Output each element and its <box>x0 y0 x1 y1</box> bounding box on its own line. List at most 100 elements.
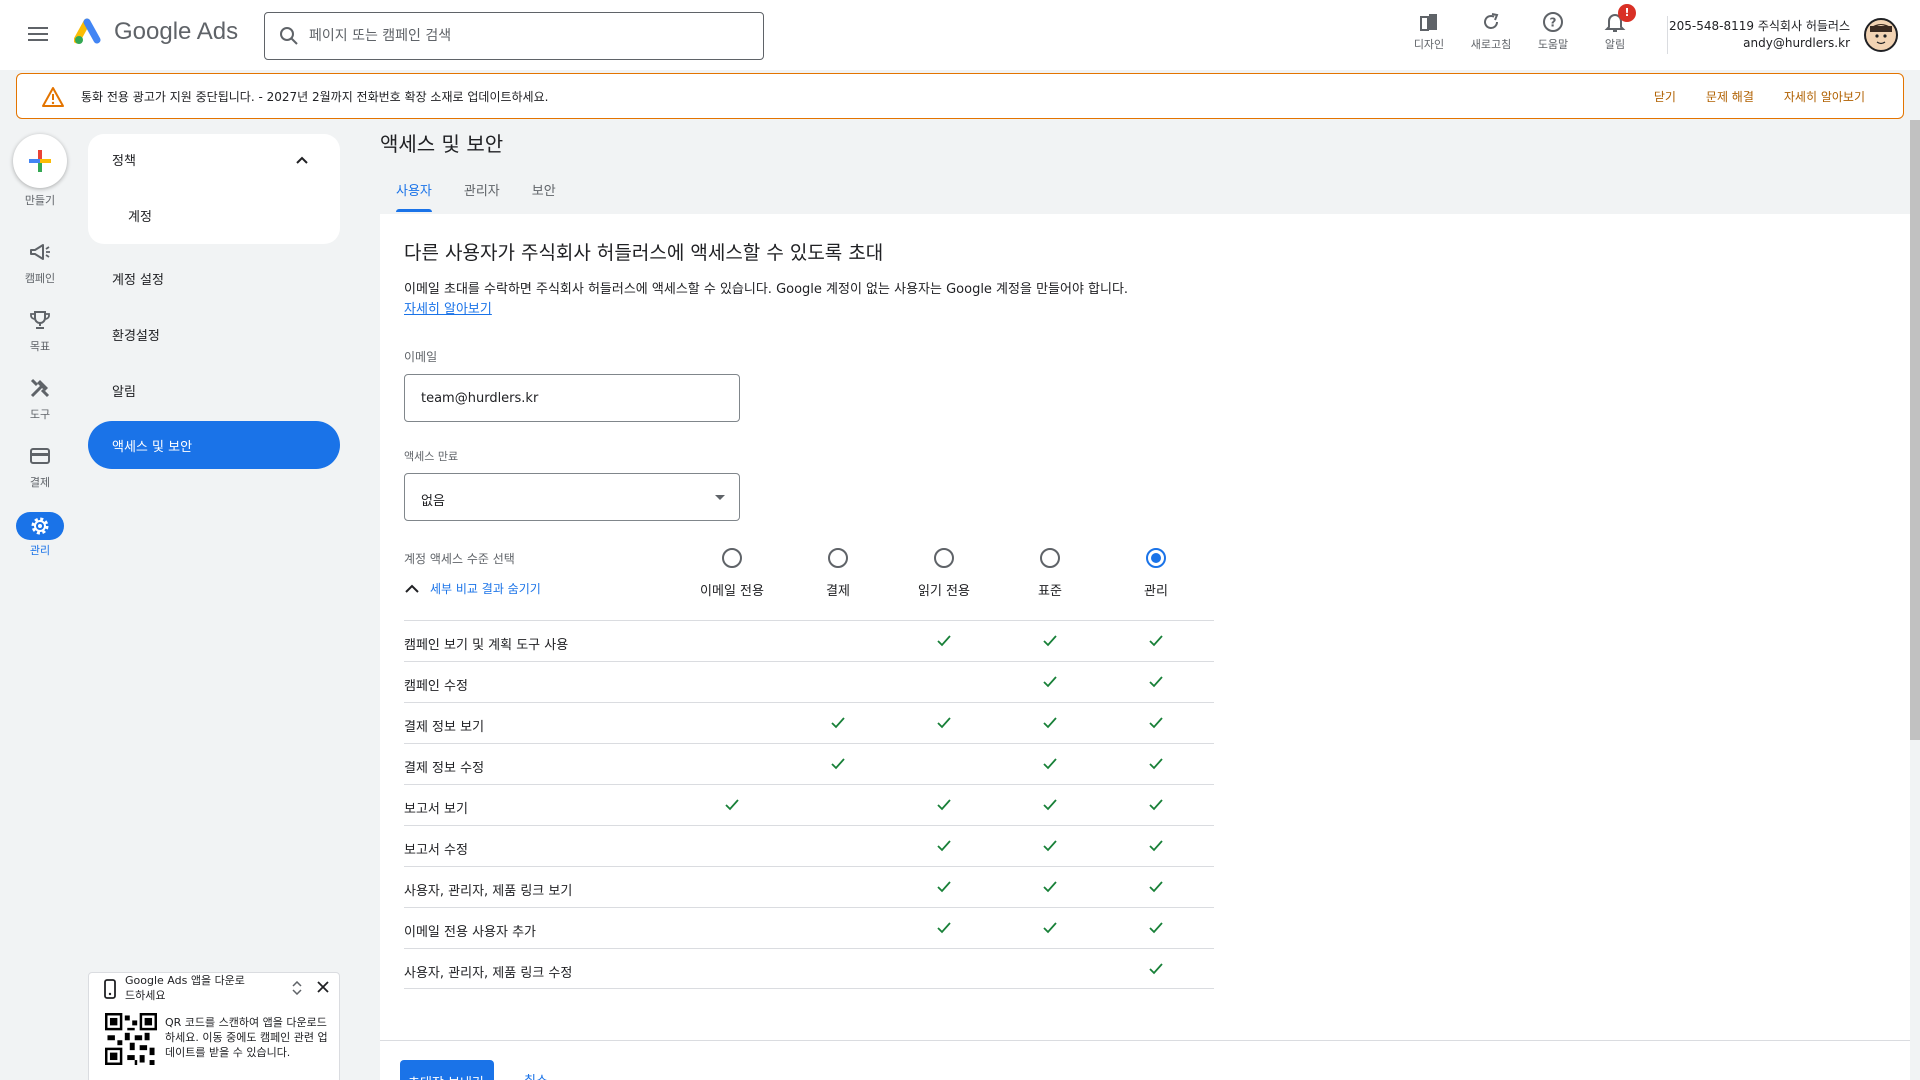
rail-admin-label[interactable]: 관리 <box>0 542 80 558</box>
cancel-button[interactable]: 취소 <box>524 1070 548 1080</box>
help-button[interactable]: ? 도움말 <box>1522 8 1584 52</box>
invite-form-card: 다른 사용자가 주식회사 허들러스에 액세스할 수 있도록 초대 이메일 초대를… <box>380 214 1910 1080</box>
create-button[interactable] <box>13 134 67 188</box>
dropdown-arrow-icon <box>715 495 725 500</box>
scrollbar[interactable] <box>1910 120 1920 740</box>
permissions-table: 캠페인 보기 및 계획 도구 사용 캠페인 수정 결제 정보 보기 결제 정보 수정 보… <box>404 620 1214 989</box>
check-icon <box>1149 717 1163 729</box>
banner-troubleshoot-button[interactable]: 문제 해결 <box>1706 88 1754 105</box>
invite-description: 이메일 초대를 수락하면 주식회사 허들러스에 액세스할 수 있습니다. Goo… <box>404 282 1129 297</box>
create-label: 만들기 <box>24 194 56 207</box>
bottom-divider <box>380 1040 1910 1041</box>
rail-billing-label[interactable]: 결제 <box>0 474 80 490</box>
banner-dismiss-button[interactable]: 닫기 <box>1654 88 1676 105</box>
notification-badge: ! <box>1618 4 1636 22</box>
table-row: 보고서 보기 <box>404 784 1214 825</box>
subnav-item-account[interactable]: 계정 <box>128 206 152 225</box>
megaphone-icon[interactable] <box>28 240 52 264</box>
permission-name: 보고서 보기 <box>404 802 468 817</box>
avatar[interactable] <box>1864 18 1898 52</box>
appearance-button[interactable]: 디자인 <box>1398 8 1460 52</box>
table-row: 캠페인 보기 및 계획 도구 사용 <box>404 620 1214 661</box>
access-level-radio[interactable] <box>1040 548 1060 568</box>
check-icon <box>937 881 951 893</box>
check-icon <box>1043 635 1057 647</box>
check-icon <box>1149 840 1163 852</box>
email-field[interactable] <box>405 375 739 421</box>
credit-card-icon[interactable] <box>28 444 52 468</box>
page-title: 액세스 및 보안 <box>380 132 504 156</box>
search-input[interactable] <box>309 28 729 44</box>
table-row: 사용자, 관리자, 제품 링크 수정 <box>404 948 1214 989</box>
rail-campaigns-label[interactable]: 캠페인 <box>0 270 80 286</box>
policy-section-title[interactable]: 정책 <box>112 150 136 169</box>
table-row: 보고서 수정 <box>404 825 1214 866</box>
access-level-option[interactable]: 결제 <box>778 548 898 599</box>
expire-select[interactable]: 없음 <box>404 473 740 521</box>
access-level-option[interactable]: 표준 <box>990 548 1110 599</box>
expire-select-value: 없음 <box>421 494 445 509</box>
permission-name: 결제 정보 보기 <box>404 720 485 735</box>
plus-icon <box>29 150 51 172</box>
toggle-details-button[interactable]: 세부 비교 결과 숨기기 <box>404 580 541 597</box>
tab-bar: 사용자 관리자 보안 <box>380 172 572 212</box>
svg-text:?: ? <box>1550 16 1557 30</box>
subnav-item-access-security[interactable]: 액세스 및 보안 <box>88 421 340 469</box>
banner-learn-more-link[interactable]: 자세히 알아보기 <box>1784 88 1865 105</box>
refresh-button[interactable]: 새로고침 <box>1460 8 1522 52</box>
banner-message: 통화 전용 광고가 지원 중단됩니다. - 2027년 2월까지 전화번호 확장… <box>81 90 549 104</box>
menu-icon[interactable] <box>26 23 54 47</box>
search-box[interactable] <box>264 12 764 60</box>
google-ads-logo[interactable]: Google Ads <box>74 18 238 46</box>
check-icon <box>1043 799 1057 811</box>
brand-name: Google Ads <box>114 18 239 45</box>
access-level-option[interactable]: 이메일 전용 <box>672 548 792 599</box>
chevron-up-icon[interactable] <box>294 152 310 168</box>
check-icon <box>1043 676 1057 688</box>
subnav-item-preferences[interactable]: 환경설정 <box>112 325 160 344</box>
subnav-active-label: 액세스 및 보안 <box>112 440 193 455</box>
tab-users[interactable]: 사용자 <box>380 172 448 212</box>
warning-icon <box>42 87 64 107</box>
check-icon <box>1043 881 1057 893</box>
refresh-label: 새로고침 <box>1470 38 1512 51</box>
email-field-wrapper <box>404 374 740 422</box>
learn-more-link[interactable]: 자세히 알아보기 <box>404 298 492 317</box>
notifications-button[interactable]: ! 알림 <box>1584 4 1646 52</box>
access-level-option[interactable]: 읽기 전용 <box>884 548 1004 599</box>
check-icon <box>937 717 951 729</box>
rail-goals-label[interactable]: 목표 <box>0 338 80 354</box>
trophy-icon[interactable] <box>28 308 52 332</box>
phone-icon <box>104 979 116 999</box>
access-level-option[interactable]: 관리 <box>1096 548 1216 599</box>
qr-code-icon <box>105 1013 157 1065</box>
account-info[interactable]: 205-548-8119 주식회사 허들러스 andy@hurdlers.kr <box>1660 18 1850 52</box>
rail-tools-label[interactable]: 도구 <box>0 406 80 422</box>
access-level-label: 결제 <box>826 584 850 599</box>
app-download-card: Google Ads 앱을 다운로드하세요 QR 코드를 스캔하여 앱을 다운로… <box>88 972 340 1080</box>
access-level-radio[interactable] <box>1146 548 1166 568</box>
permission-name: 사용자, 관리자, 제품 링크 수정 <box>404 966 573 981</box>
table-row: 사용자, 관리자, 제품 링크 보기 <box>404 866 1214 907</box>
google-ads-logo-icon <box>74 18 101 44</box>
chevron-up-icon <box>405 584 419 593</box>
collapse-icon[interactable] <box>291 981 303 995</box>
access-level-radio[interactable] <box>722 548 742 568</box>
table-row: 캠페인 수정 <box>404 661 1214 702</box>
tab-security[interactable]: 보안 <box>516 172 572 212</box>
notifications-label: 알림 <box>1604 38 1626 51</box>
check-icon <box>831 717 845 729</box>
appearance-icon <box>1420 14 1437 31</box>
subnav-item-notifications[interactable]: 알림 <box>112 381 136 400</box>
tab-managers[interactable]: 관리자 <box>448 172 516 212</box>
access-level-radio[interactable] <box>934 548 954 568</box>
close-icon[interactable] <box>317 981 329 993</box>
help-icon: ? <box>1543 12 1563 32</box>
promo-title: Google Ads 앱을 다운로드하세요 <box>125 974 245 1002</box>
tools-icon[interactable] <box>28 376 52 400</box>
send-invite-button[interactable]: 초대장 보내기 <box>400 1060 494 1080</box>
access-level-radio[interactable] <box>828 548 848 568</box>
check-icon <box>937 799 951 811</box>
check-icon <box>725 799 739 811</box>
subnav-item-account-settings[interactable]: 계정 설정 <box>112 269 164 288</box>
